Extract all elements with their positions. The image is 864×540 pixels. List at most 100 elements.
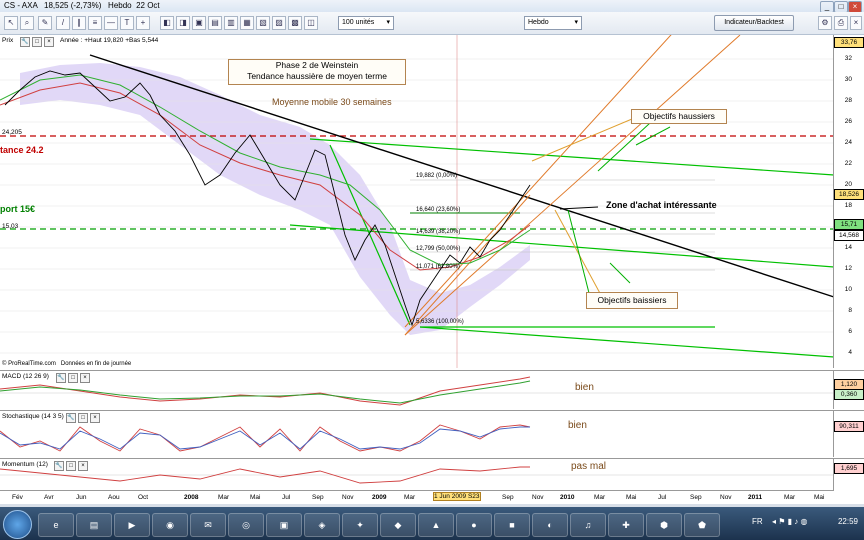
price-panel[interactable]: Prix 🔧 □ × Année : +Haut 19,820 +Bas 5,5… xyxy=(0,35,864,368)
stochastic-panel[interactable]: Stochastique (14 3 5) 🔧 □ × bien 90,311 xyxy=(0,410,864,457)
line-icon[interactable]: / xyxy=(56,16,70,30)
tool-icon-2[interactable]: ◨ xyxy=(176,16,190,30)
stochastic-chart-svg xyxy=(0,424,531,452)
taskbar-app-icon-8[interactable]: ▲ xyxy=(418,513,454,537)
x-tick: Mai xyxy=(626,494,637,501)
tool-icon-9[interactable]: ▩ xyxy=(288,16,302,30)
x-tick: Nov xyxy=(342,494,354,501)
macd-label: MACD (12 26 9) xyxy=(2,373,49,380)
x-tick: Sep xyxy=(690,494,702,501)
taskbar-app-icon-11[interactable]: ◐ xyxy=(532,513,568,537)
taskbar-app-icon-10[interactable]: ■ xyxy=(494,513,530,537)
x-tick: Sep xyxy=(502,494,514,501)
tool-icon-4[interactable]: ▤ xyxy=(208,16,222,30)
period-select[interactable]: Hebdo ▾ xyxy=(524,16,582,30)
black-arrow xyxy=(559,206,599,210)
fibonacci-icon[interactable]: ≡ xyxy=(88,16,102,30)
taskbar-app-icon-9[interactable]: ● xyxy=(456,513,492,537)
taskbar-app-icon-4[interactable]: ▣ xyxy=(266,513,302,537)
tool-icon-7[interactable]: ▧ xyxy=(256,16,270,30)
panel-close-icon[interactable]: × xyxy=(80,373,90,383)
taskbar-app-icon-2[interactable]: ✉ xyxy=(190,513,226,537)
buy-zone-annotation: Zone d'achat intéressante xyxy=(606,200,717,210)
wrench-icon[interactable]: 🔧 xyxy=(54,461,64,471)
wrench-icon[interactable]: 🔧 xyxy=(20,37,30,47)
x-tick: Mar xyxy=(594,494,606,501)
start-button[interactable] xyxy=(3,510,32,539)
momentum-chart-svg xyxy=(0,466,834,484)
resistance-label: tance 24.2 xyxy=(0,145,44,155)
macd-panel[interactable]: MACD (12 26 9) 🔧 □ × bien 1,120 0,360 xyxy=(0,370,864,409)
taskbar-app-icon-7[interactable]: ◆ xyxy=(380,513,416,537)
ma30-annotation: Moyenne mobile 30 semaines xyxy=(272,97,392,107)
taskbar-app-icon-5[interactable]: ◈ xyxy=(304,513,340,537)
tool-icon-1[interactable]: ◧ xyxy=(160,16,174,30)
y-tick: 12 xyxy=(844,265,852,272)
tray-icons[interactable]: ◂ ⚑ ▮ ♪ ◍ xyxy=(772,517,807,526)
cursor-icon[interactable]: ↖ xyxy=(4,16,18,30)
indicator-backtest-button[interactable]: Indicateur/Backtest xyxy=(714,15,794,31)
x-tick: Mai xyxy=(250,494,261,501)
macd-signal xyxy=(0,380,531,404)
tool-icon-8[interactable]: ▨ xyxy=(272,16,286,30)
taskbar-app-icon-6[interactable]: ✦ xyxy=(342,513,378,537)
horizontal-line-icon[interactable]: — xyxy=(104,16,118,30)
x-tick: Sep xyxy=(312,494,324,501)
taskbar-ie-icon[interactable]: e xyxy=(38,513,74,537)
settings-icon[interactable]: ⚙ xyxy=(818,16,832,30)
tool-icon-10[interactable]: ◫ xyxy=(304,16,318,30)
pen-icon[interactable]: ✎ xyxy=(38,16,52,30)
y-tick: 22 xyxy=(844,160,852,167)
taskbar-media-icon[interactable]: ▶ xyxy=(114,513,150,537)
taskbar-app-icon-15[interactable]: ⬟ xyxy=(684,513,720,537)
zoom-icon[interactable]: ⌕ xyxy=(20,16,34,30)
language-indicator[interactable]: FR xyxy=(752,517,763,526)
channel-icon[interactable]: ∥ xyxy=(72,16,86,30)
momentum-panel[interactable]: Momentum (12) 🔧 □ × pas mal 1,695 xyxy=(0,458,864,491)
taskbar-app-icon-14[interactable]: ⬢ xyxy=(646,513,682,537)
tool-icon-6[interactable]: ▦ xyxy=(240,16,254,30)
year-high-low-info: Année : +Haut 19,820 +Bas 5,544 xyxy=(60,37,159,44)
support-label: port 15€ xyxy=(0,204,36,214)
macd-value-2: 0,360 xyxy=(834,389,864,400)
x-tick: 2009 xyxy=(372,494,387,501)
expand-icon[interactable]: □ xyxy=(32,37,42,47)
x-tick: Mai xyxy=(814,494,825,501)
x-tick: Nov xyxy=(720,494,732,501)
wrench-icon[interactable]: 🔧 xyxy=(56,373,66,383)
chevron-down-icon: ▾ xyxy=(386,19,390,26)
taskbar-app-icon-13[interactable]: ✚ xyxy=(608,513,644,537)
tool-icon-3[interactable]: ▣ xyxy=(192,16,206,30)
macd-comment: bien xyxy=(575,382,594,393)
taskbar-app-icon-1[interactable]: ◉ xyxy=(152,513,188,537)
wrench-icon[interactable]: 🔧 xyxy=(66,413,76,423)
clock[interactable]: 22:59 xyxy=(838,517,858,526)
support-price-box: 14,568 xyxy=(834,230,864,241)
panel-close-icon[interactable]: × xyxy=(44,37,54,47)
panel-close-icon[interactable]: × xyxy=(78,461,88,471)
x-tick: 2010 xyxy=(560,494,575,501)
expand-icon[interactable]: □ xyxy=(68,373,78,383)
y-tick: 14 xyxy=(844,244,852,251)
panel-close-icon[interactable]: × xyxy=(90,413,100,423)
text-icon[interactable]: T xyxy=(120,16,134,30)
taskbar-explorer-icon[interactable]: ▤ xyxy=(76,513,112,537)
stochastic-y-axis: 90,311 xyxy=(833,411,864,457)
taskbar-app-icon-3[interactable]: ◎ xyxy=(228,513,264,537)
units-select[interactable]: 100 unités ▾ xyxy=(338,16,394,30)
fib-label-2: 14,639 (38,20%) xyxy=(416,229,461,235)
x-tick: Nov xyxy=(532,494,544,501)
tool-icon-5[interactable]: ▥ xyxy=(224,16,238,30)
top-value-box: 33,76 xyxy=(834,37,864,48)
momentum-y-axis: 1,695 xyxy=(833,459,864,491)
x-cursor-date: 1 Jun 2009 S23 xyxy=(433,492,481,501)
toolbar-close-icon[interactable]: × xyxy=(850,16,862,30)
macd-y-axis: 1,120 0,360 xyxy=(833,371,864,409)
expand-icon[interactable]: □ xyxy=(66,461,76,471)
x-tick: Mar xyxy=(218,494,230,501)
cross-icon[interactable]: + xyxy=(136,16,150,30)
y-tick: 6 xyxy=(848,328,852,335)
print-icon[interactable]: ⎙ xyxy=(834,16,848,30)
expand-icon[interactable]: □ xyxy=(78,413,88,423)
taskbar-app-icon-12[interactable]: ♫ xyxy=(570,513,606,537)
